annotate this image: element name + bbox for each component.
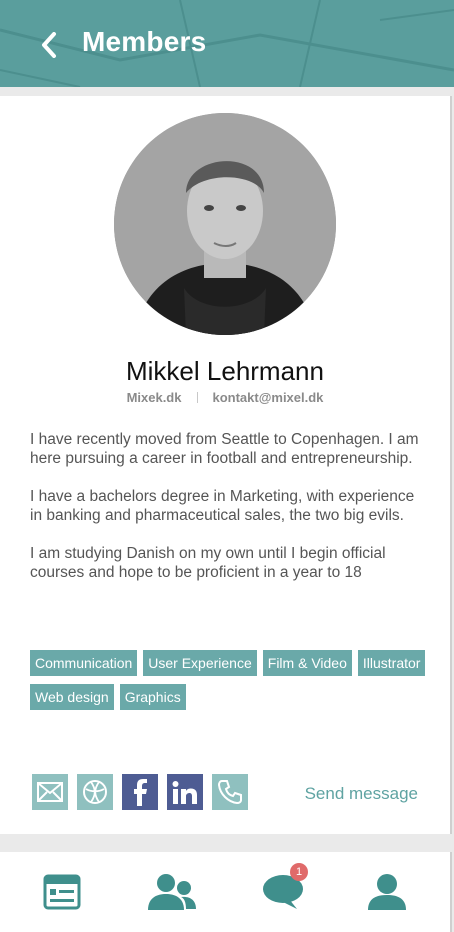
email-link[interactable]: kontakt@mixel.dk: [212, 390, 323, 405]
avatar-photo: [114, 113, 336, 335]
mail-icon[interactable]: [32, 774, 68, 810]
divider: [197, 392, 199, 403]
member-name: Mikkel Lehrmann: [126, 356, 324, 386]
bio-paragraph: I have recently moved from Seattle to Co…: [30, 431, 419, 467]
avatar: [114, 113, 336, 335]
back-button[interactable]: [34, 28, 64, 62]
members-icon: [148, 874, 196, 910]
website-link[interactable]: Mixek.dk: [127, 390, 182, 405]
social-links: [32, 774, 248, 810]
map-background: [0, 0, 454, 87]
tab-bar: [0, 852, 452, 932]
chevron-left-icon: [42, 32, 56, 58]
page-title: Members: [82, 26, 207, 57]
tag-communication[interactable]: Communication: [30, 650, 138, 676]
contact-meta: Mixek.dk kontakt@mixel.dk: [0, 390, 450, 405]
tag-graphics[interactable]: Graphics: [119, 684, 186, 710]
bio-paragraph: I have a bachelors degree in Marketing, …: [30, 488, 415, 524]
send-message-button[interactable]: Send message: [305, 784, 418, 804]
profile-card-icon: [43, 874, 81, 910]
facebook-icon[interactable]: [122, 774, 158, 810]
bio-paragraph: I am studying Danish on my own until I b…: [30, 545, 386, 581]
messages-badge: 1: [290, 863, 308, 881]
web-icon[interactable]: [77, 774, 113, 810]
tab-user[interactable]: [360, 870, 414, 914]
tag-film-video[interactable]: Film & Video: [262, 650, 352, 676]
tag-user-experience[interactable]: User Experience: [143, 650, 257, 676]
profile-card: Mikkel Lehrmann Mixek.dk kontakt@mixel.d…: [0, 96, 452, 834]
user-icon: [368, 874, 406, 910]
bio: I have recently moved from Seattle to Co…: [30, 430, 430, 601]
phone-icon[interactable]: [212, 774, 248, 810]
linkedin-icon[interactable]: [167, 774, 203, 810]
tab-members[interactable]: [145, 870, 199, 914]
header-bar: Members: [0, 0, 454, 87]
skill-tags: Communication User Experience Film & Vid…: [30, 650, 430, 710]
tag-web-design[interactable]: Web design: [30, 684, 114, 710]
tab-profile-card[interactable]: [35, 870, 89, 914]
tag-illustrator[interactable]: Illustrator: [357, 650, 426, 676]
